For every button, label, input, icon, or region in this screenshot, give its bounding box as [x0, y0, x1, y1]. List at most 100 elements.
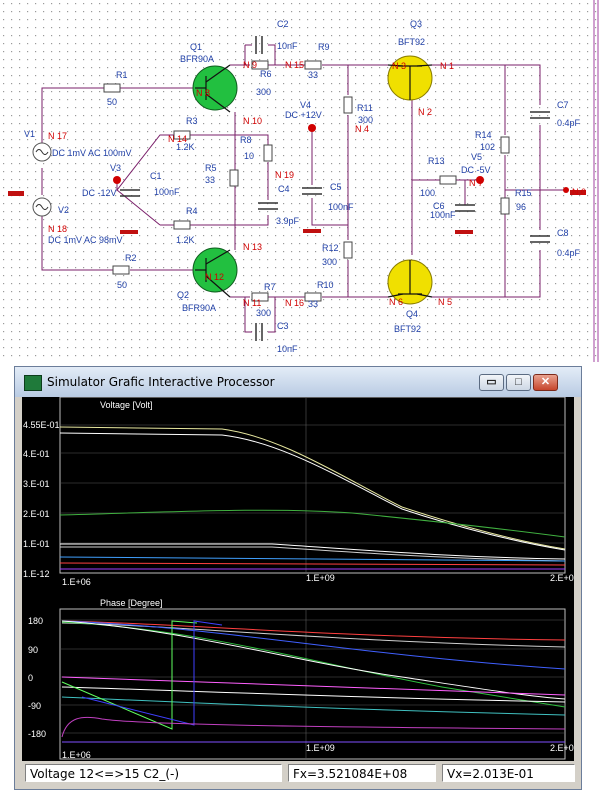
- voltage-xtick: 2.E+09: [550, 573, 574, 583]
- svg-text:BFR90A: BFR90A: [180, 54, 214, 64]
- svg-text:R3: R3: [186, 116, 198, 126]
- svg-text:DC -12V: DC -12V: [82, 188, 117, 198]
- svg-text:V4: V4: [300, 100, 311, 110]
- voltage-ytick: 4.E-01: [23, 449, 50, 459]
- vx-readout: Vx=2.013E-01: [442, 764, 575, 782]
- svg-text:10nF: 10nF: [277, 41, 298, 51]
- window-titlebar[interactable]: Simulator Grafic Interactive Processor ▭…: [15, 367, 581, 397]
- svg-text:V5: V5: [471, 152, 482, 162]
- svg-text:C4: C4: [278, 184, 290, 194]
- phase-ytick: 180: [28, 616, 43, 626]
- phase-xtick: 1.E+06: [62, 750, 91, 760]
- svg-text:R4: R4: [186, 206, 198, 216]
- svg-text:33: 33: [308, 299, 318, 309]
- status-bar: Voltage 12<=>15 C2_(-) Fx=3.521084E+08 V…: [15, 761, 581, 789]
- minimize-icon: ▭: [486, 376, 497, 388]
- svg-text:C5: C5: [330, 182, 342, 192]
- svg-text:DC 1mV AC 100mV: DC 1mV AC 100mV: [52, 148, 132, 158]
- svg-text:N 5: N 5: [438, 297, 452, 307]
- circuit-schematic[interactable]: Q1 BFR90A Q2 BFR90A Q3 BFT92 Q4 BFT92 R1 50 R…: [0, 0, 602, 362]
- svg-text:R8: R8: [240, 135, 252, 145]
- svg-text:50: 50: [117, 280, 127, 290]
- svg-text:10nF: 10nF: [277, 344, 298, 354]
- svg-text:R9: R9: [318, 42, 330, 52]
- svg-text:R14: R14: [475, 130, 492, 140]
- phase-trace[interactable]: [81, 620, 223, 726]
- window-title: Simulator Grafic Interactive Processor: [47, 375, 275, 389]
- svg-text:N 1: N 1: [440, 61, 454, 71]
- voltage-ytick: 2.E-01: [23, 509, 50, 519]
- phase-xtick: 1.E+09: [306, 743, 335, 753]
- svg-text:N 14: N 14: [168, 134, 187, 144]
- svg-text:3.9pF: 3.9pF: [276, 216, 300, 226]
- voltage-plot-title: Voltage [Volt]: [100, 400, 153, 410]
- svg-text:V1: V1: [24, 129, 35, 139]
- app-icon: [24, 375, 42, 391]
- phase-trace[interactable]: [61, 676, 566, 696]
- svg-text:Q1: Q1: [190, 42, 202, 52]
- svg-text:C8: C8: [557, 228, 569, 238]
- svg-text:C2: C2: [277, 19, 289, 29]
- svg-text:N 12: N 12: [205, 272, 224, 282]
- phase-trace[interactable]: [61, 622, 566, 648]
- svg-text:N 9: N 9: [243, 60, 257, 70]
- svg-text:V2: V2: [58, 205, 69, 215]
- close-button[interactable]: ✕: [533, 374, 558, 391]
- svg-text:300: 300: [256, 308, 271, 318]
- voltage-ytick: 1.E-01: [23, 539, 50, 549]
- svg-text:C7: C7: [557, 100, 569, 110]
- maximize-button[interactable]: □: [506, 374, 531, 391]
- phase-ytick: 0: [28, 673, 33, 683]
- phase-trace[interactable]: [61, 620, 566, 641]
- svg-text:DC -5V: DC -5V: [461, 165, 491, 175]
- svg-text:R5: R5: [205, 163, 217, 173]
- svg-text:N 17: N 17: [48, 131, 67, 141]
- svg-text:N 7: N 7: [469, 178, 483, 188]
- maximize-icon: □: [515, 376, 522, 388]
- svg-text:100nF: 100nF: [430, 210, 456, 220]
- svg-text:N 19: N 19: [275, 170, 294, 180]
- svg-text:N 8: N 8: [196, 88, 210, 98]
- phase-trace[interactable]: [61, 621, 566, 708]
- voltage-plot[interactable]: Voltage [Volt] 4.55E-01 4.E-01 3.E-01 2.…: [23, 396, 579, 587]
- svg-text:C1: C1: [150, 171, 162, 181]
- voltage-trace[interactable]: [59, 426, 566, 550]
- voltage-xtick: 1.E+06: [62, 577, 91, 587]
- phase-trace[interactable]: [61, 696, 566, 716]
- plot-area[interactable]: Voltage [Volt] 4.55E-01 4.E-01 3.E-01 2.…: [22, 396, 579, 763]
- svg-text:N 2: N 2: [418, 107, 432, 117]
- svg-text:300: 300: [256, 87, 271, 97]
- phase-trace[interactable]: [61, 716, 566, 738]
- phase-ytick: -180: [28, 729, 46, 739]
- svg-text:N 0: N 0: [572, 187, 586, 197]
- voltage-ytick: 1.E-12: [23, 569, 50, 579]
- svg-text:R15: R15: [515, 188, 532, 198]
- simulator-window[interactable]: Simulator Grafic Interactive Processor ▭…: [14, 366, 582, 790]
- svg-text:N 15: N 15: [285, 60, 304, 70]
- minimize-button[interactable]: ▭: [479, 374, 504, 391]
- svg-text:N 11: N 11: [243, 298, 261, 308]
- phase-trace[interactable]: [61, 620, 198, 730]
- close-icon: ✕: [540, 376, 551, 388]
- phase-plot[interactable]: Phase [Degree] 180 90 0 -90 -180 1.E+06 …: [28, 598, 579, 760]
- svg-text:R10: R10: [317, 280, 334, 290]
- svg-text:DC +12V: DC +12V: [285, 110, 322, 120]
- svg-text:N 16: N 16: [285, 298, 304, 308]
- svg-text:33: 33: [205, 175, 215, 185]
- svg-text:BFT92: BFT92: [394, 324, 421, 334]
- svg-text:R13: R13: [428, 156, 445, 166]
- svg-text:N 6: N 6: [389, 297, 403, 307]
- phase-xtick: 2.E+09: [550, 743, 574, 753]
- voltage-trace[interactable]: [60, 543, 566, 560]
- svg-text:N 3: N 3: [392, 61, 406, 71]
- svg-text:100nF: 100nF: [154, 187, 180, 197]
- svg-text:N 10: N 10: [243, 116, 262, 126]
- fx-readout: Fx=3.521084E+08: [288, 764, 436, 782]
- svg-text:R7: R7: [264, 282, 276, 292]
- voltage-trace[interactable]: [59, 562, 566, 566]
- svg-text:102: 102: [480, 142, 495, 152]
- svg-text:R12: R12: [322, 243, 339, 253]
- svg-text:10: 10: [244, 151, 254, 161]
- svg-text:N 13: N 13: [243, 242, 262, 252]
- svg-text:100: 100: [420, 188, 435, 198]
